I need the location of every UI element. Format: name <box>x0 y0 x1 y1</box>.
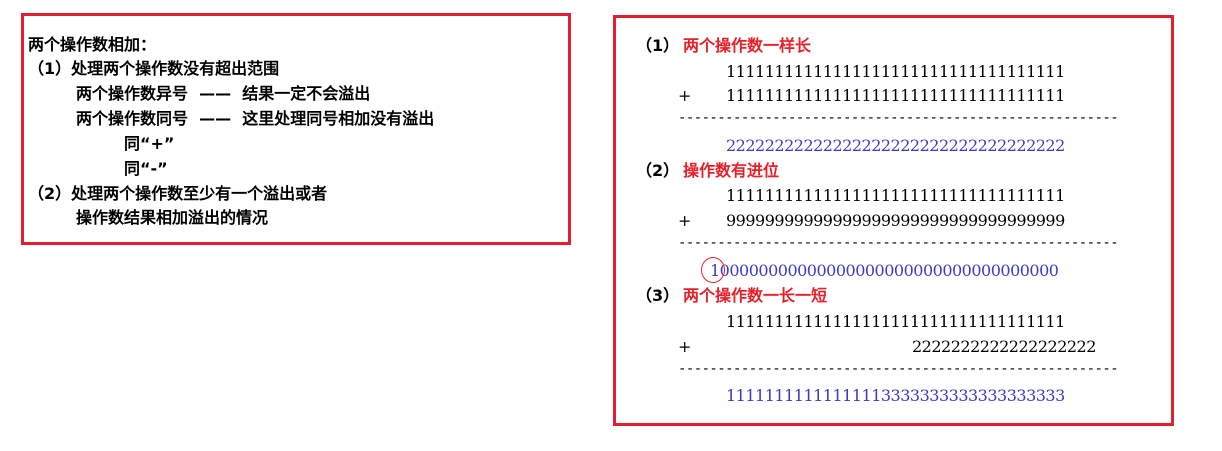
case2-divider: ----------------------------------------… <box>678 236 1119 250</box>
case1-result: 22222222222222222222222222222222222 <box>726 136 1065 155</box>
case2-label: （2） <box>636 161 680 180</box>
case3-title: 两个操作数一长一短 <box>683 286 828 305</box>
left-item-1-same-plus: 同“+” <box>124 134 175 153</box>
case3-operand1: 11111111111111111111111111111111111 <box>726 312 1065 331</box>
left-item-1-same-minus: 同“-” <box>124 159 168 178</box>
case1-plus-sign: + <box>678 86 691 105</box>
case2-operand1: 11111111111111111111111111111111111 <box>726 186 1065 205</box>
case1-divider: ----------------------------------------… <box>678 111 1119 125</box>
left-item-2: （2）处理两个操作数至少有一个溢出或者 <box>28 184 328 203</box>
case3-result: 11111111111111113333333333333333333 <box>726 386 1065 405</box>
case1-operand2: 11111111111111111111111111111111111 <box>726 86 1065 105</box>
case2-result: 100000000000000000000000000000000000 <box>710 261 1059 280</box>
case2-operand2: 99999999999999999999999999999999999 <box>726 211 1065 230</box>
case1-label: （1） <box>636 36 680 55</box>
left-item-1: （1）处理两个操作数没有超出范围 <box>28 59 280 78</box>
left-item-2-continued: 操作数结果相加溢出的情况 <box>76 208 269 227</box>
case3-plus-sign: + <box>678 337 691 356</box>
case3-operand2: 2222222222222222222 <box>912 337 1096 356</box>
case1-title: 两个操作数一样长 <box>683 36 812 55</box>
left-item-1-same-sign: 两个操作数同号 —— 这里处理同号相加没有溢出 <box>76 109 435 128</box>
case3-label: （3） <box>636 286 680 305</box>
carry-highlight-circle <box>701 257 725 283</box>
case1-operand1: 11111111111111111111111111111111111 <box>726 62 1065 81</box>
case2-plus-sign: + <box>678 211 691 230</box>
left-item-1-different-sign: 两个操作数异号 —— 结果一定不会溢出 <box>76 84 371 103</box>
case3-divider: ----------------------------------------… <box>678 362 1119 376</box>
left-title: 两个操作数相加： <box>28 35 157 54</box>
case2-title: 操作数有进位 <box>683 161 780 180</box>
